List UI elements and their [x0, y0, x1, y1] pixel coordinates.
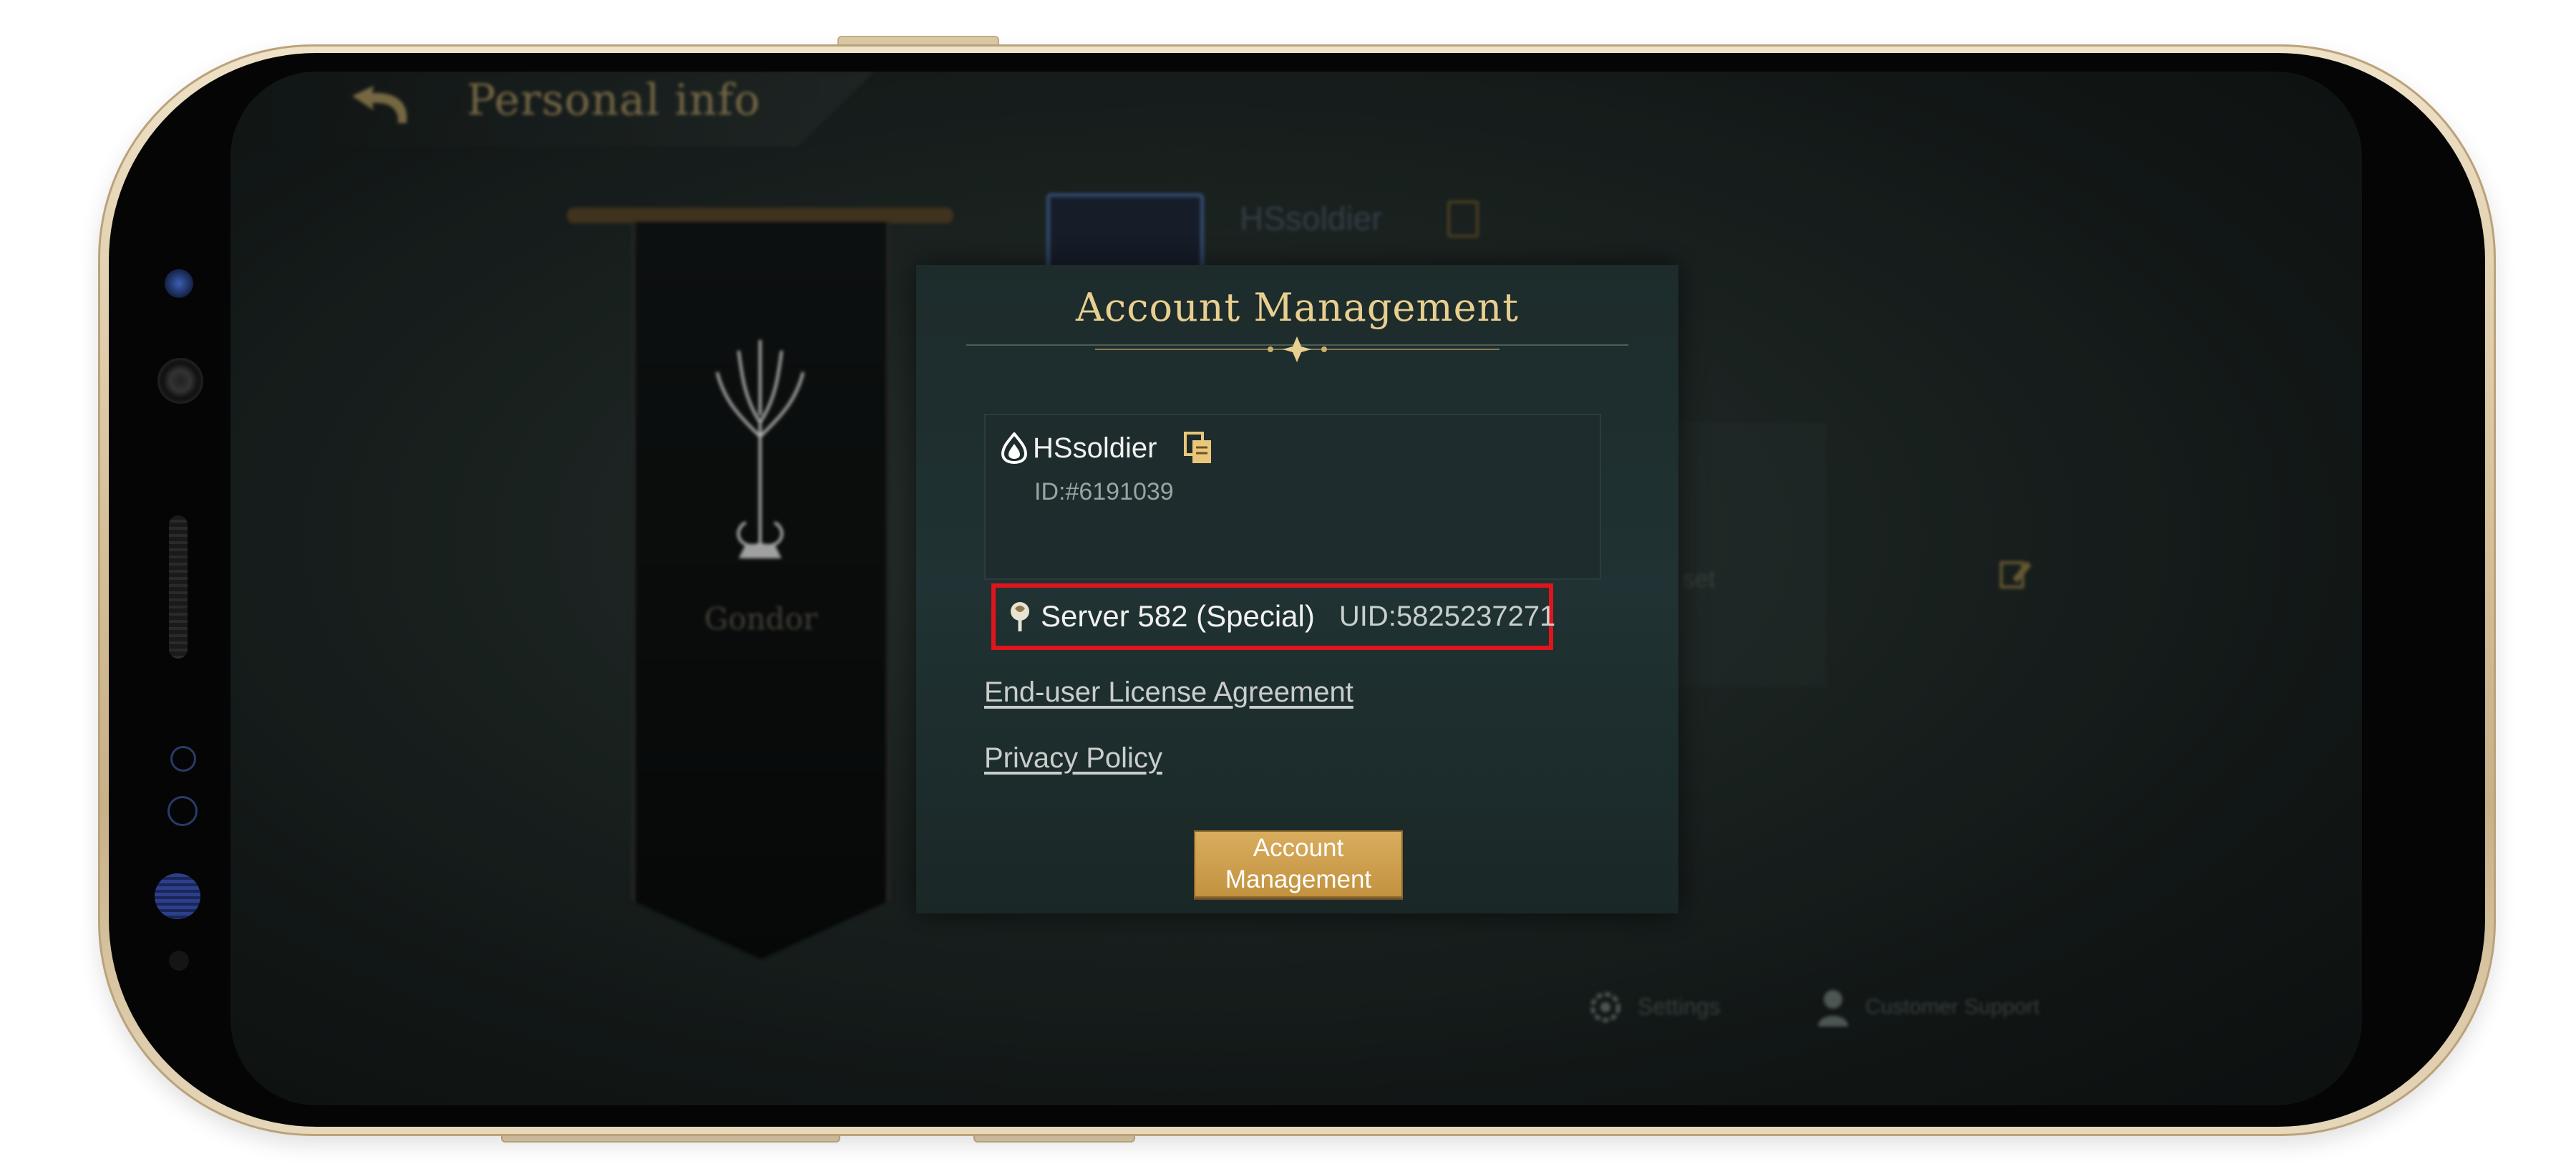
iris-sensor-top	[170, 746, 196, 772]
title-ornament	[966, 336, 1628, 362]
dialog-title: Account Management	[1075, 285, 1520, 330]
server-name: Server 582 (Special)	[1041, 599, 1315, 633]
speaker-grille	[169, 515, 188, 659]
account-info-box: HSsoldier ID:#6191039	[984, 414, 1601, 580]
account-management-button[interactable]: Account Management	[1194, 830, 1403, 898]
server-icon	[1011, 602, 1029, 631]
flash-sensor	[169, 951, 189, 971]
privacy-policy-link[interactable]: Privacy Policy	[984, 742, 1162, 775]
user-row: HSsoldier	[1001, 427, 1214, 470]
iris-camera	[155, 873, 200, 919]
server-row: Server 582 (Special) UID:5825237271	[1008, 593, 1555, 640]
eula-link[interactable]: End-user License Agreement	[984, 676, 1353, 709]
account-management-button-label: Account Management	[1225, 834, 1372, 893]
account-management-dialog: Account Management HSsoldier ID:#6191039…	[916, 265, 1678, 913]
username: HSsoldier	[1033, 432, 1157, 464]
proximity-sensor	[165, 269, 193, 298]
front-camera	[157, 358, 203, 404]
iris-sensor-bottom	[167, 796, 198, 826]
phone-screen: Personal info Gondor HSsoldier t set Set…	[230, 72, 2362, 1105]
copy-icon[interactable]	[1182, 430, 1214, 466]
user-icon	[1001, 432, 1027, 464]
server-uid: UID:5825237271	[1338, 600, 1556, 632]
user-id: ID:#6191039	[1034, 478, 1174, 505]
